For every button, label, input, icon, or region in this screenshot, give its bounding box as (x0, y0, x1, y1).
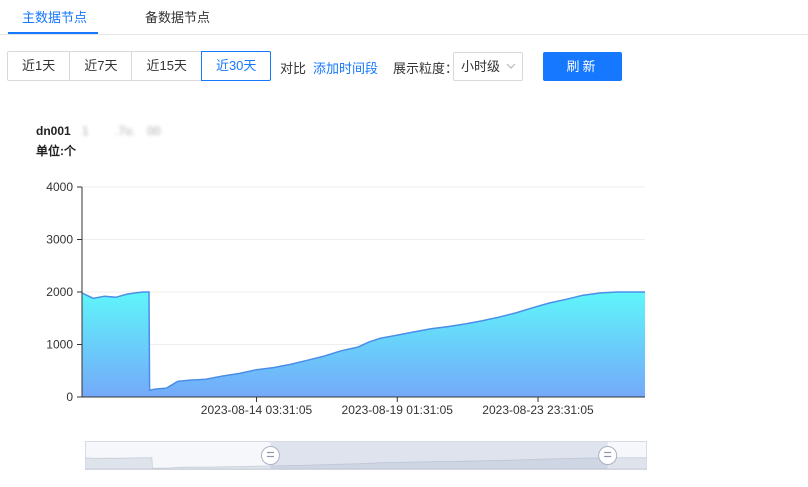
tab-primary-node[interactable]: 主数据节点 (22, 7, 87, 26)
range-1day-button[interactable]: 近1天 (7, 51, 71, 81)
x-tick-label: 2023-08-14 03:31:05 (201, 403, 313, 417)
refresh-button[interactable]: 刷新 (543, 52, 622, 81)
compare-label: 对比 (280, 61, 307, 76)
chart-node-name: dn001 (36, 124, 71, 138)
node-tabs: 主数据节点 备数据节点 (0, 0, 808, 35)
y-tick-label: 2000 (46, 285, 73, 299)
datazoom-slider[interactable] (85, 441, 647, 470)
range-7day-button[interactable]: 近7天 (69, 51, 133, 81)
time-range-group: 近1天 近7天 近15天 近30天 (7, 51, 272, 81)
chart-unit-label: 单位:个 (36, 144, 76, 158)
datazoom-left-handle[interactable] (260, 446, 280, 465)
count-area-chart: 01000200030004000 2023-08-14 03:31:05 202… (46, 180, 645, 417)
granularity-select[interactable]: 小时级 (453, 52, 523, 81)
range-30day-button[interactable]: 近30天 (200, 51, 272, 81)
y-tick-label: 1000 (46, 338, 73, 352)
chevron-down-icon (506, 63, 516, 69)
datazoom-right-handle[interactable] (598, 446, 618, 465)
chart-node-ip: 1 .7o. 00 (82, 124, 161, 138)
add-period-link[interactable]: 添加时间段 (313, 58, 378, 77)
x-tick-label: 2023-08-23 23:31:05 (482, 403, 594, 417)
x-axis-ticks: 2023-08-14 03:31:05 2023-08-19 01:31:05 20… (201, 397, 594, 417)
range-15day-button[interactable]: 近15天 (131, 51, 202, 81)
active-tab-indicator (8, 32, 98, 34)
x-tick-label: 2023-08-19 01:31:05 (342, 403, 454, 417)
y-tick-label: 3000 (46, 233, 73, 247)
granularity-value: 小时级 (461, 59, 501, 74)
granularity-label: 展示粒度： (393, 61, 459, 76)
y-tick-label: 0 (66, 390, 73, 404)
tab-standby-node[interactable]: 备数据节点 (145, 7, 210, 26)
datazoom-selected-window[interactable] (270, 442, 608, 469)
y-axis-ticks: 0 1000 2000 3000 4000 (46, 180, 82, 404)
toolbar: 近1天 近7天 近15天 近30天 对比 添加时间段 展示粒度： 小时级 刷新 (0, 51, 808, 81)
y-tick-label: 4000 (46, 180, 73, 194)
